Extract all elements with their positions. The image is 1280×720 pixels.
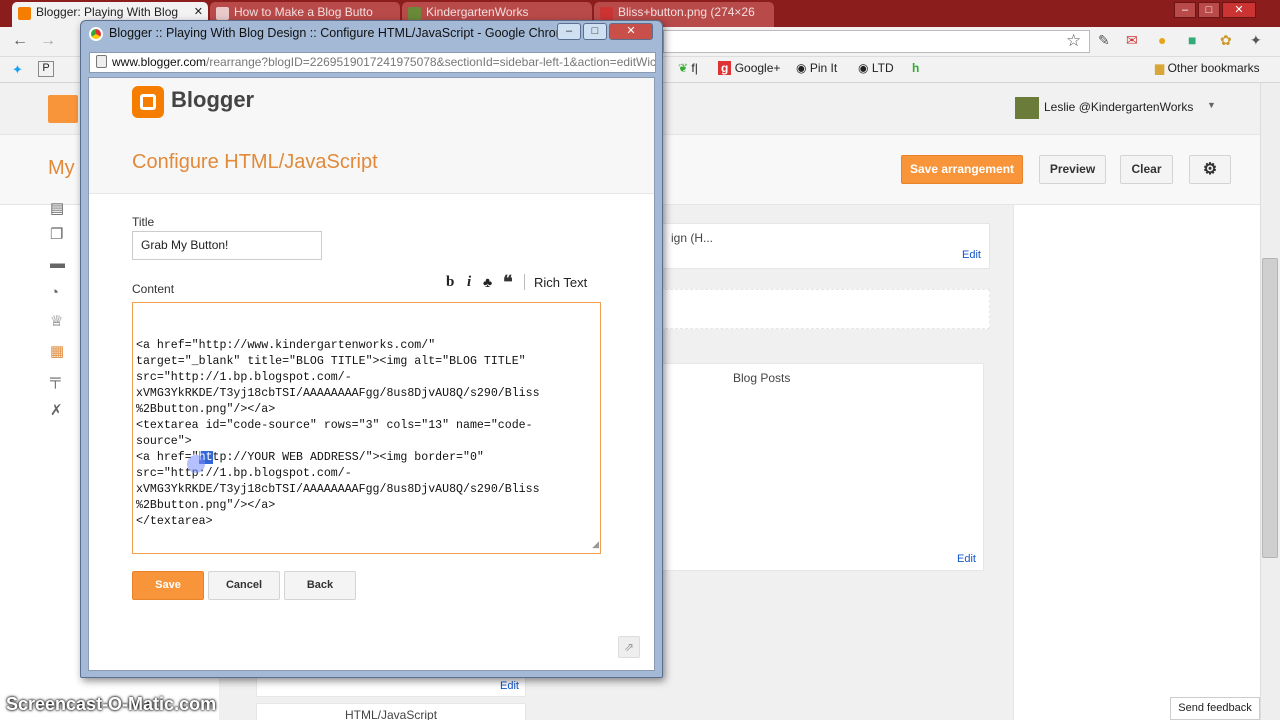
- popup-window: Blogger :: Playing With Blog Design :: C…: [80, 20, 663, 678]
- brand-name: Blogger: [171, 87, 255, 112]
- extension-icon[interactable]: ■: [1188, 32, 1196, 48]
- blogger-icon: [18, 7, 31, 20]
- settings-wrench-icon[interactable]: ✦: [1250, 32, 1262, 49]
- template-brush-icon[interactable]: ╤: [50, 371, 61, 388]
- add-gadget-slot[interactable]: [660, 289, 990, 329]
- bookmark-f[interactable]: ❦ f|: [678, 61, 698, 75]
- bold-icon[interactable]: b: [446, 274, 454, 291]
- blog-posts-gadget[interactable]: Blog Posts Edit: [660, 363, 984, 571]
- blog-posts-label: Blog Posts: [733, 371, 791, 385]
- leaf-icon: ❦: [678, 61, 689, 75]
- edit-link[interactable]: Edit: [957, 553, 976, 565]
- send-feedback-button[interactable]: Send feedback: [1170, 697, 1260, 720]
- omnibox[interactable]: [663, 30, 1090, 53]
- save-button[interactable]: Save: [132, 571, 204, 600]
- maximize-icon[interactable]: □: [583, 23, 607, 40]
- site-icon: [408, 7, 421, 20]
- toolbar-divider: [524, 274, 525, 290]
- html-js-gadget[interactable]: HTML/JavaScript: [256, 703, 526, 720]
- minimize-icon[interactable]: –: [1174, 2, 1196, 18]
- p-icon[interactable]: P: [38, 61, 54, 77]
- ltd-icon: ◉: [858, 61, 869, 75]
- pin-icon: ◉: [796, 61, 807, 75]
- italic-icon[interactable]: i: [467, 274, 471, 291]
- comments-icon[interactable]: ▬: [50, 255, 65, 272]
- back-arrow-icon[interactable]: ←: [12, 32, 28, 50]
- maximize-icon[interactable]: □: [1198, 2, 1220, 18]
- twitter-icon[interactable]: ✦: [12, 62, 23, 78]
- page-icon: [216, 7, 229, 20]
- chevron-down-icon[interactable]: ▼: [1207, 100, 1216, 110]
- gmail-icon[interactable]: ✉: [1126, 32, 1138, 49]
- title-label: Title: [132, 215, 155, 229]
- popup-header: Blogger Configure HTML/JavaScript: [89, 78, 654, 194]
- close-icon[interactable]: ✕: [194, 5, 203, 18]
- image-icon[interactable]: ♣: [483, 274, 492, 290]
- quote-icon[interactable]: ❝: [503, 272, 513, 293]
- google-icon: g: [718, 61, 732, 75]
- back-button[interactable]: Back: [284, 571, 356, 600]
- blogger-logo-icon: [132, 86, 164, 118]
- earnings-trophy-icon[interactable]: ♕: [50, 312, 63, 330]
- image-icon: [600, 7, 613, 20]
- selected-line: <a href="http://YOUR WEB ADDRESS/"><img …: [136, 451, 484, 464]
- h-icon[interactable]: h: [912, 61, 919, 75]
- blogger-logo-icon[interactable]: [48, 95, 78, 123]
- close-window-icon[interactable]: ✕: [1222, 2, 1256, 18]
- star-icon[interactable]: ☆: [1066, 31, 1081, 51]
- stats-icon[interactable]: ◔: [50, 284, 59, 301]
- settings-wrench-icon[interactable]: ✗: [50, 401, 63, 419]
- title-input[interactable]: Grab My Button!: [132, 231, 322, 260]
- cancel-button[interactable]: Cancel: [208, 571, 280, 600]
- right-column: [1013, 205, 1260, 720]
- gadget-box[interactable]: ign (H... Edit: [660, 223, 990, 269]
- gear-icon[interactable]: ⚙: [1189, 155, 1231, 184]
- extension-icon[interactable]: ✿: [1220, 32, 1232, 49]
- user-name[interactable]: Leslie @KindergartenWorks: [1044, 100, 1193, 114]
- forward-arrow-icon[interactable]: →: [40, 32, 56, 50]
- rich-text-link[interactable]: Rich Text: [534, 275, 587, 290]
- mouse-cursor-highlight: [187, 455, 205, 473]
- page-title: My: [48, 157, 75, 179]
- edit-link[interactable]: Edit: [500, 680, 519, 692]
- popup-title: Blogger :: Playing With Blog Design :: C…: [109, 26, 574, 40]
- avatar[interactable]: [1015, 97, 1039, 119]
- page-title: Configure HTML/JavaScript: [132, 151, 378, 173]
- popup-url-field[interactable]: www.blogger.com/rearrange?blogID=2269519…: [89, 52, 656, 73]
- bookmark-google-plus[interactable]: g Google+: [718, 61, 780, 75]
- chrome-icon: [89, 27, 103, 41]
- layout-icon[interactable]: ▦: [50, 342, 64, 360]
- save-arrangement-button[interactable]: Save arrangement: [901, 155, 1023, 184]
- popup-content: Blogger Configure HTML/JavaScript Title …: [88, 77, 655, 671]
- bookmark-pin-it[interactable]: ◉ Pin It: [796, 61, 837, 75]
- resize-handle-icon[interactable]: ◢: [592, 537, 599, 553]
- popout-icon[interactable]: ⇗: [618, 636, 640, 658]
- posts-icon[interactable]: ▤: [50, 199, 64, 217]
- scrollbar-thumb[interactable]: [1262, 258, 1278, 558]
- preview-button[interactable]: Preview: [1039, 155, 1106, 184]
- close-icon[interactable]: ✕: [609, 23, 653, 40]
- edit-link[interactable]: Edit: [962, 249, 981, 261]
- page-icon: [96, 55, 107, 68]
- extension-icon[interactable]: ●: [1158, 32, 1166, 48]
- content-label: Content: [132, 282, 175, 296]
- wrench-ext-icon[interactable]: ✎: [1098, 32, 1110, 49]
- clear-button[interactable]: Clear: [1120, 155, 1173, 184]
- minimize-icon[interactable]: –: [557, 23, 581, 40]
- bookmark-ltd[interactable]: ◉ LTD: [858, 61, 894, 75]
- watermark: Screencast-O-Matic.com: [6, 694, 217, 714]
- pages-icon[interactable]: ❐: [50, 225, 63, 243]
- content-textarea[interactable]: <a href="http://www.kindergartenworks.co…: [132, 302, 601, 554]
- folder-icon: ▆: [1155, 61, 1165, 75]
- bookmark-other[interactable]: ▆ Other bookmarks: [1155, 61, 1260, 75]
